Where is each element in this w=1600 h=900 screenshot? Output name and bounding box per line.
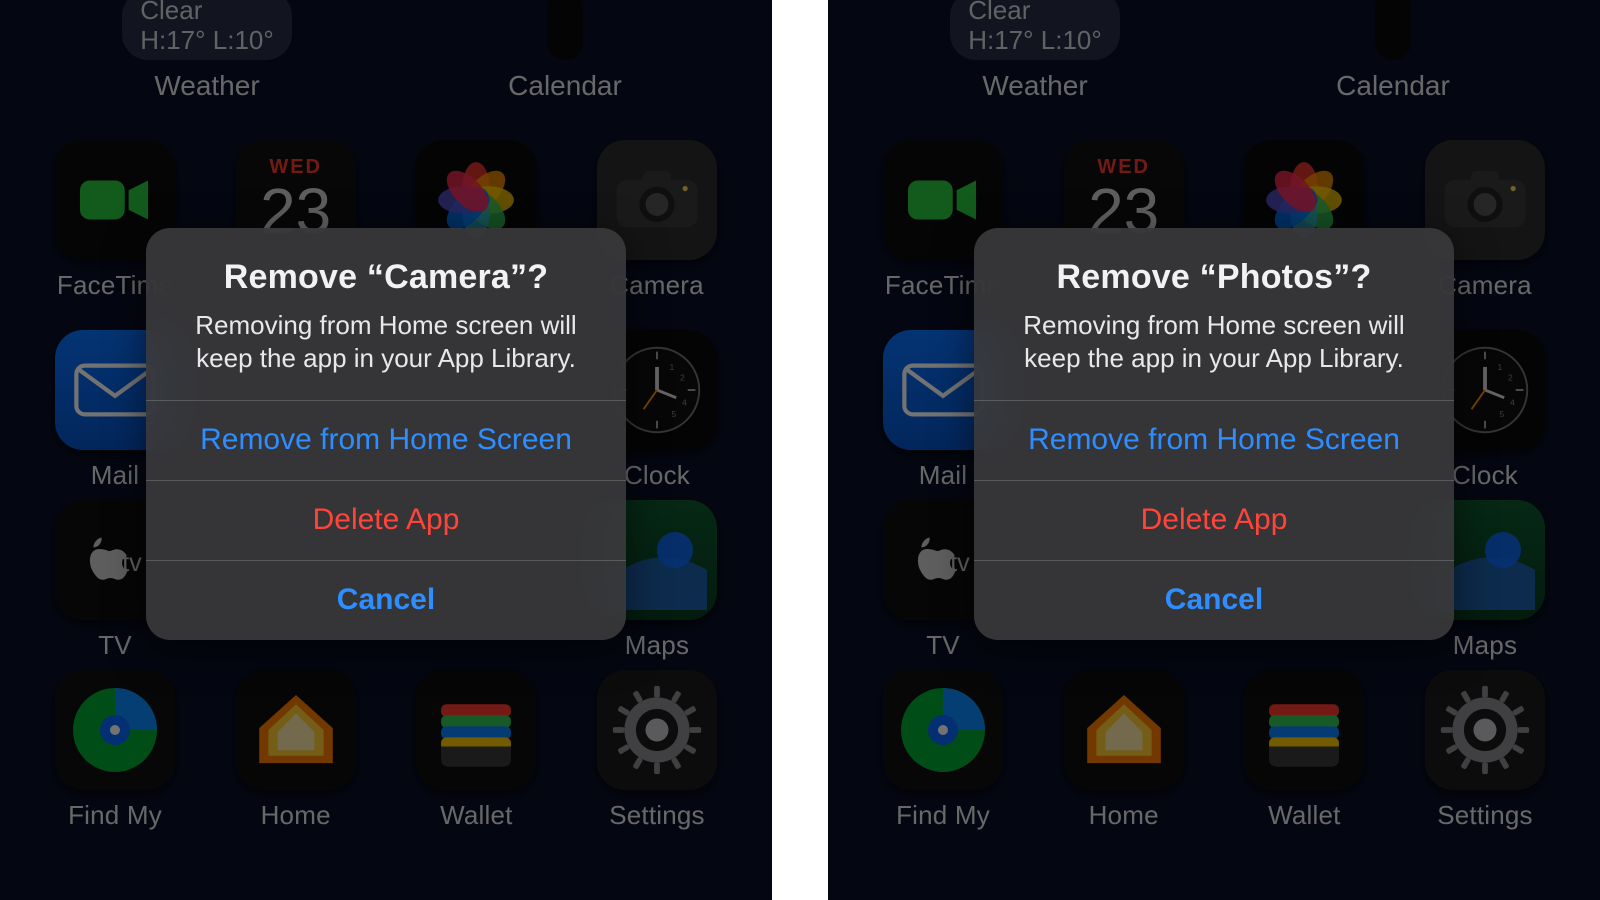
alert-message: Removing from Home screen will keep the …	[172, 309, 600, 376]
remove-from-home-button[interactable]: Remove from Home Screen	[146, 400, 626, 480]
home-screen-left: Clear H:17° L:10° Weather Calendar FaceT…	[0, 0, 772, 900]
remove-app-alert: Remove “Camera”? Removing from Home scre…	[146, 228, 626, 640]
home-screen-right: Clear H:17° L:10° Weather Calendar FaceT…	[828, 0, 1600, 900]
delete-app-button[interactable]: Delete App	[974, 480, 1454, 560]
cancel-button[interactable]: Cancel	[974, 560, 1454, 640]
delete-app-button[interactable]: Delete App	[146, 480, 626, 560]
alert-title: Remove “Photos”?	[1000, 258, 1428, 297]
alert-title: Remove “Camera”?	[172, 258, 600, 297]
cancel-button[interactable]: Cancel	[146, 560, 626, 640]
alert-message: Removing from Home screen will keep the …	[1000, 309, 1428, 376]
remove-from-home-button[interactable]: Remove from Home Screen	[974, 400, 1454, 480]
remove-app-alert: Remove “Photos”? Removing from Home scre…	[974, 228, 1454, 640]
